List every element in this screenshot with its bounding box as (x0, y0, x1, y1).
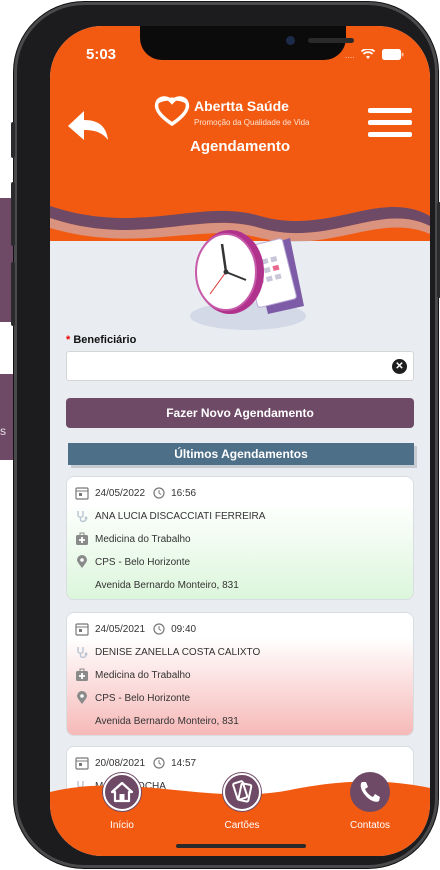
menu-button[interactable] (368, 108, 412, 142)
clock-icon (153, 757, 165, 769)
front-camera (286, 36, 295, 45)
clock-icon (153, 623, 165, 635)
location-name: CPS - Belo Horizonte (95, 556, 191, 568)
hamburger-icon-line (368, 108, 412, 113)
appointment-card[interactable]: 24/05/2022 16:56 ANA LUCIA DISCACCIATI F… (66, 476, 414, 600)
home-indicator (176, 844, 306, 848)
device-notch (140, 26, 354, 60)
calendar-icon (75, 623, 89, 636)
hamburger-icon-line (368, 132, 412, 137)
brand-name: Abertta Saúde (194, 98, 289, 114)
nav-contatos[interactable]: Contatos (330, 772, 410, 856)
new-appointment-button[interactable]: Fazer Novo Agendamento (66, 398, 414, 428)
stethoscope-icon (77, 647, 88, 659)
status-time: 5:03 (86, 46, 117, 63)
specialty-name: Medicina do Trabalho (95, 533, 191, 545)
appointment-card[interactable]: 24/05/2021 09:40 DENISE ZANELLA COSTA CA… (66, 612, 414, 736)
app-screen: 5:03 .... Abertta Saúde Promoção da Qual… (50, 26, 430, 856)
nav-inicio-label: Início (110, 820, 134, 831)
appointment-time: 09:40 (171, 623, 197, 635)
phone-frame: 5:03 .... Abertta Saúde Promoção da Qual… (11, 2, 440, 868)
appointment-address: Avenida Bernardo Monteiro, 831 (75, 577, 239, 593)
home-icon (103, 773, 141, 811)
battery-icon (382, 49, 404, 61)
callout-text: s (0, 424, 6, 438)
status-icons: .... (345, 46, 404, 61)
appointment-specialty: Medicina do Trabalho (75, 667, 191, 683)
required-mark: * (66, 334, 71, 346)
beneficiario-input[interactable]: ✕ (66, 351, 414, 381)
appointment-date: 24/05/2022 (95, 487, 146, 499)
appointment-location: CPS - Belo Horizonte (75, 690, 190, 706)
wifi-icon (361, 48, 376, 60)
nav-circle (222, 772, 262, 812)
phone-icon (360, 782, 380, 802)
nav-circle (102, 772, 142, 812)
volume-up-button (11, 182, 15, 246)
beneficiario-label-text: Beneficiário (73, 334, 137, 346)
appointment-datetime: 24/05/2022 16:56 (75, 485, 196, 501)
medical-kit-icon (76, 532, 88, 545)
recent-appointments-header: Últimos Agendamentos (68, 443, 414, 465)
nav-cartoes-label: Cartões (224, 820, 260, 831)
appointment-datetime: 20/08/2021 14:57 (75, 755, 196, 771)
hamburger-icon-line (368, 120, 412, 125)
speaker (308, 38, 354, 43)
doctor-name: DENISE ZANELLA COSTA CALIXTO (95, 646, 261, 658)
beneficiario-label: * Beneficiário (66, 334, 136, 346)
location-pin-icon (77, 555, 87, 568)
appointment-specialty: Medicina do Trabalho (75, 531, 191, 547)
appointment-date: 24/05/2021 (95, 623, 146, 635)
appointment-datetime: 24/05/2021 09:40 (75, 621, 196, 637)
address-text: Avenida Bernardo Monteiro, 831 (95, 715, 239, 727)
clock-calendar-illustration (190, 230, 306, 330)
calendar-icon (75, 487, 89, 500)
mute-switch (11, 122, 15, 158)
appointment-doctor: ANA LUCIA DISCACCIATI FERREIRA (75, 508, 265, 524)
brand-tagline: Promoção da Qualidade de Vida (194, 118, 310, 127)
appointment-doctor: DENISE ZANELLA COSTA CALIXTO (75, 644, 260, 660)
signal-dots: .... (344, 50, 355, 60)
appointment-address: Avenida Bernardo Monteiro, 831 (75, 713, 239, 729)
appointment-time: 14:57 (171, 757, 197, 769)
doctor-name: ANA LUCIA DISCACCIATI FERREIRA (95, 510, 266, 522)
nav-contatos-label: Contatos (349, 820, 391, 831)
cards-icon (223, 773, 261, 811)
location-name: CPS - Belo Horizonte (95, 692, 191, 704)
volume-down-button (11, 262, 15, 326)
specialty-name: Medicina do Trabalho (95, 669, 191, 681)
appointment-date: 20/08/2021 (95, 757, 146, 769)
stethoscope-icon (77, 511, 88, 523)
medical-kit-icon (76, 668, 88, 681)
close-circle-icon[interactable]: ✕ (392, 359, 407, 374)
appointment-location: CPS - Belo Horizonte (75, 554, 190, 570)
location-pin-icon (77, 691, 87, 704)
nav-circle (350, 772, 390, 812)
heart-logo-icon (154, 96, 190, 126)
address-text: Avenida Bernardo Monteiro, 831 (95, 579, 239, 591)
clock-icon (153, 487, 165, 499)
calendar-icon (75, 757, 89, 770)
appointment-time: 16:56 (171, 487, 197, 499)
nav-inicio[interactable]: Início (82, 772, 162, 856)
